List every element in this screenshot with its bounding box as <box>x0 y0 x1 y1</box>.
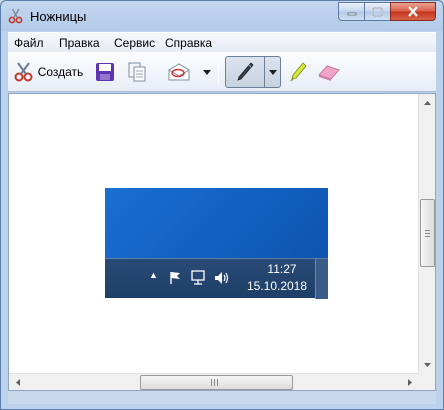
grip-line <box>211 379 212 386</box>
vertical-scroll-thumb[interactable] <box>420 199 435 267</box>
scroll-up-button[interactable] <box>419 94 436 111</box>
maximize-icon <box>372 6 383 17</box>
scroll-right-button[interactable] <box>401 374 418 391</box>
new-snip-button[interactable]: Создать <box>11 59 85 85</box>
menu-tools[interactable]: Сервис <box>114 36 155 50</box>
toolbar-separator <box>218 60 219 84</box>
eraser-button[interactable] <box>314 59 344 85</box>
window-bottom-frame <box>8 391 436 404</box>
grip-line <box>217 379 218 386</box>
copy-icon <box>128 62 146 82</box>
scroll-left-button[interactable] <box>9 374 26 391</box>
action-center-flag-icon <box>170 272 180 284</box>
chevron-left-icon <box>15 379 20 386</box>
horizontal-scroll-thumb[interactable] <box>140 375 293 390</box>
close-button[interactable] <box>390 2 436 21</box>
show-desktop-button <box>315 259 328 299</box>
menu-help[interactable]: Справка <box>165 36 212 50</box>
eraser-icon <box>318 65 340 81</box>
grip-line <box>425 233 430 234</box>
chevron-right-icon <box>407 379 412 386</box>
scrollbar-corner <box>418 373 435 390</box>
scissors-icon <box>8 8 23 24</box>
captured-taskbar: ▲ 11:27 15.10.2018 <box>105 258 328 299</box>
show-hidden-icons-icon: ▲ <box>149 270 158 280</box>
highlighter-button[interactable] <box>286 59 310 85</box>
title-bar[interactable]: Ножницы <box>1 1 443 31</box>
snipping-tool-window: Ножницы Файл Правка Сервис Справка Созда… <box>0 0 444 410</box>
send-dropdown-button[interactable] <box>202 64 212 80</box>
menu-bar: Файл Правка Сервис Справка <box>8 32 436 52</box>
vertical-scrollbar[interactable] <box>418 94 435 373</box>
menu-file[interactable]: Файл <box>14 36 44 50</box>
envelope-icon <box>168 63 190 81</box>
minimize-button[interactable] <box>338 2 365 21</box>
toolbar: Создать <box>8 52 436 92</box>
highlighter-icon <box>290 62 307 81</box>
captured-snip-image: ▲ 11:27 15.10.2018 <box>105 188 328 299</box>
send-snip-button[interactable] <box>164 59 194 85</box>
clock-date: 15.10.2018 <box>246 279 308 293</box>
snip-canvas: ▲ 11:27 15.10.2018 <box>8 93 436 391</box>
menu-edit[interactable]: Правка <box>59 36 100 50</box>
pen-dropdown-button[interactable] <box>265 57 280 87</box>
chevron-down-icon <box>203 69 211 75</box>
new-snip-label: Создать <box>37 65 84 79</box>
grip-line <box>214 379 215 386</box>
chevron-up-icon <box>424 100 431 105</box>
maximize-button[interactable] <box>364 2 391 21</box>
grip-line <box>425 236 430 237</box>
horizontal-scrollbar[interactable] <box>9 373 418 390</box>
pen-icon <box>237 62 254 81</box>
pen-button[interactable] <box>226 57 264 87</box>
floppy-disk-icon <box>96 63 114 81</box>
scissors-icon <box>14 62 33 82</box>
window-title: Ножницы <box>30 9 87 24</box>
grip-line <box>425 230 430 231</box>
volume-icon <box>215 272 229 284</box>
network-icon <box>191 270 205 285</box>
scroll-down-button[interactable] <box>419 356 436 373</box>
chevron-down-icon <box>268 69 277 75</box>
pen-tool-group <box>225 56 281 88</box>
save-button[interactable] <box>92 59 118 85</box>
chevron-down-icon <box>424 362 431 367</box>
close-icon <box>408 6 418 17</box>
minimize-icon <box>347 12 356 15</box>
copy-button[interactable] <box>124 59 150 85</box>
clock-time: 11:27 <box>267 262 297 276</box>
